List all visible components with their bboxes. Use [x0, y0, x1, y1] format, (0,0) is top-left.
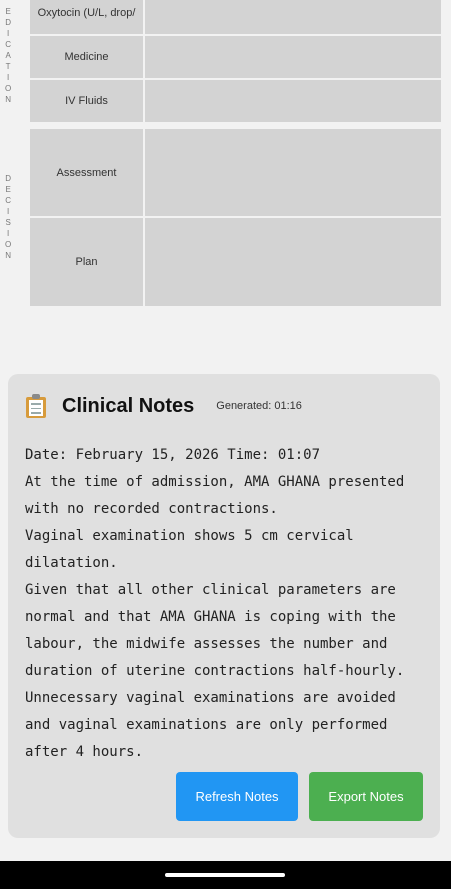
row-label: Oxytocin (U/L, drop/ — [30, 0, 145, 34]
row-label: Plan — [30, 218, 145, 306]
notes-paragraph: Unnecessary vaginal examinations are avo… — [25, 690, 396, 760]
generated-time: Generated: 01:16 — [216, 400, 302, 412]
iv-fluids-value-cell[interactable] — [145, 80, 441, 122]
side-letter: D — [5, 174, 11, 183]
row-label: Assessment — [30, 129, 145, 216]
medication-grid: Oxytocin (U/L, drop/ Medicine IV Fluids — [30, 0, 441, 124]
decision-grid: Assessment Plan — [30, 129, 441, 306]
oxytocin-value-cell[interactable] — [145, 0, 441, 34]
notes-paragraph: Date: February 15, 2026 Time: 01:07 — [25, 447, 321, 463]
side-letter: E — [5, 7, 11, 16]
notes-paragraph: Given that all other clinical parameters… — [25, 582, 405, 679]
export-notes-button[interactable]: Export Notes — [309, 772, 423, 821]
side-letter: N — [5, 251, 11, 260]
side-letter: T — [5, 62, 11, 71]
side-letter: O — [5, 240, 12, 249]
row-label: IV Fluids — [30, 80, 145, 122]
medication-row-iv-fluids: IV Fluids — [30, 80, 441, 124]
medication-side-label: E D I C A T I O N — [5, 6, 11, 105]
clinical-notes-card: Clinical Notes Generated: 01:16 Date: Fe… — [8, 374, 440, 838]
system-nav-bar — [0, 861, 451, 889]
notes-paragraph: At the time of admission, AMA GHANA pres… — [25, 474, 405, 517]
home-gesture-handle[interactable] — [165, 873, 285, 877]
clinical-notes-title: Clinical Notes — [62, 394, 195, 417]
medication-row-medicine: Medicine — [30, 36, 441, 80]
side-letter: C — [5, 40, 11, 49]
side-letter: I — [7, 207, 10, 216]
plan-value-cell[interactable] — [145, 218, 441, 306]
decision-side-label: D E C I S I O N — [5, 173, 11, 261]
side-letter: I — [7, 29, 10, 38]
clinical-notes-text: Date: February 15, 2026 Time: 01:07 At t… — [25, 442, 425, 766]
row-label: Medicine — [30, 36, 145, 78]
clipboard-icon — [26, 394, 46, 418]
clinical-notes-header: Clinical Notes Generated: 01:16 — [26, 394, 302, 418]
side-letter: I — [7, 73, 10, 82]
medication-row-oxytocin: Oxytocin (U/L, drop/ — [30, 0, 441, 36]
refresh-notes-button[interactable]: Refresh Notes — [176, 772, 298, 821]
side-letter: I — [7, 229, 10, 238]
side-letter: A — [5, 51, 11, 60]
side-letter: C — [5, 196, 11, 205]
side-letter: N — [5, 95, 11, 104]
decision-row-assessment: Assessment — [30, 129, 441, 218]
assessment-value-cell[interactable] — [145, 129, 441, 216]
decision-row-plan: Plan — [30, 218, 441, 306]
side-letter: S — [5, 218, 11, 227]
side-letter: E — [5, 185, 11, 194]
medicine-value-cell[interactable] — [145, 36, 441, 78]
notes-paragraph: Vaginal examination shows 5 cm cervical … — [25, 528, 354, 571]
side-letter: O — [5, 84, 12, 93]
side-letter: D — [5, 18, 11, 27]
